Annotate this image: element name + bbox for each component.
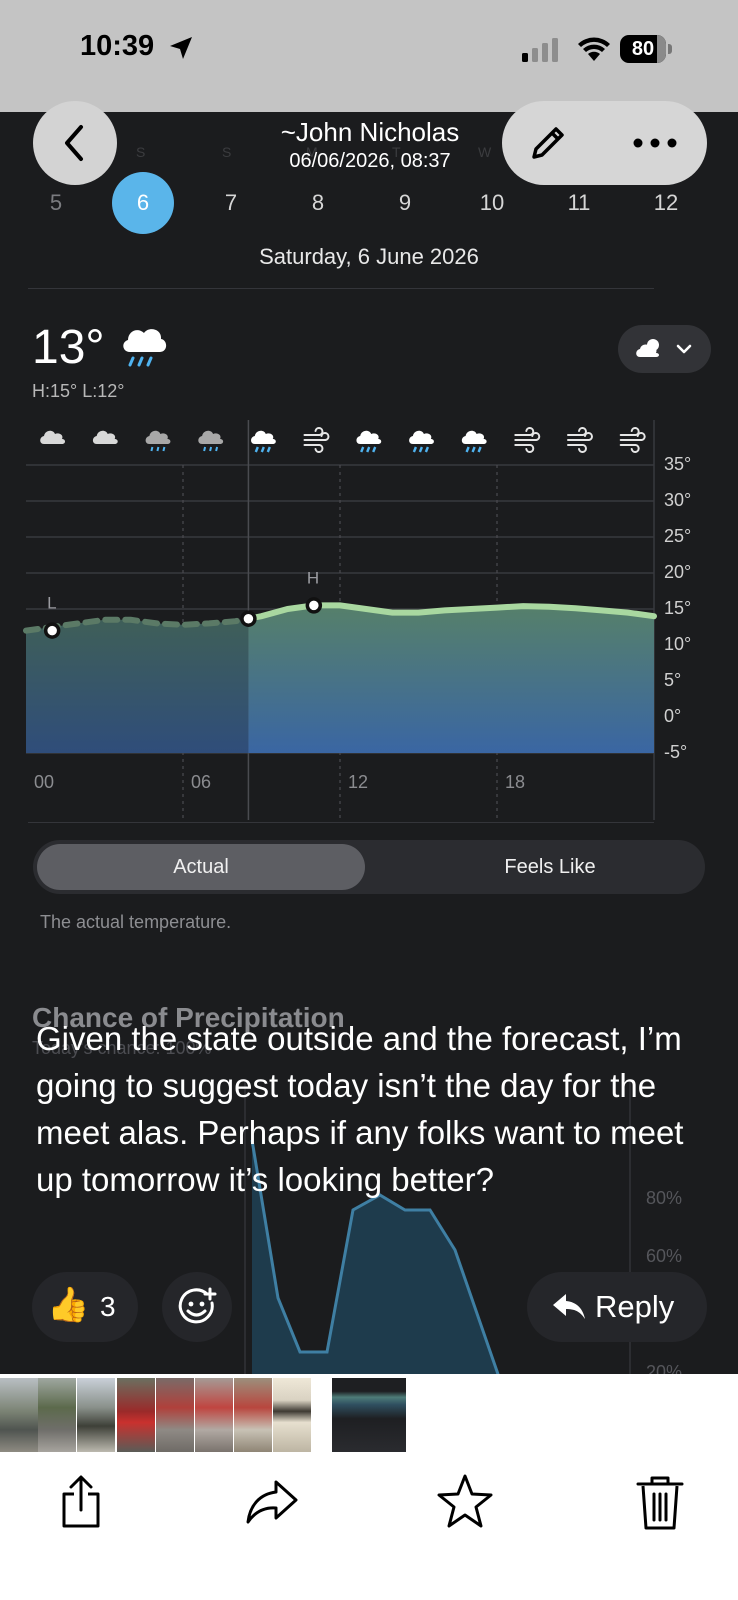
high-point-marker [305,597,323,614]
day-8[interactable]: 8 [287,172,349,234]
day-10[interactable]: 10 [461,172,523,234]
reaction-count: 3 [100,1291,116,1322]
chevron-down-icon [676,344,692,354]
forecast-temperature-area [248,605,654,753]
y-tick-label: 15° [664,598,692,618]
star-icon[interactable] [435,1472,495,1532]
ellipsis-icon[interactable] [632,137,678,149]
y-tick-label: 10° [664,634,692,654]
photo-thumbnail[interactable] [117,1378,155,1452]
thumbnail-strip [0,1378,738,1452]
reaction-pill[interactable]: 👍 3 [32,1272,138,1342]
location-arrow-icon [170,37,192,59]
add-emoji-icon [178,1287,217,1324]
day-7[interactable]: 7 [200,172,262,234]
share-icon[interactable] [52,1472,112,1532]
current-temperature: 13° [32,321,105,374]
forward-icon[interactable] [242,1472,302,1532]
divider [28,822,654,823]
cloud-icon [40,430,65,444]
battery-tip [668,44,672,54]
current-point-marker [240,610,257,627]
divider [28,288,654,289]
past-temperature-area [26,618,249,753]
y-tick-label: 20° [664,562,692,582]
rain-icon [356,430,382,453]
y-tick-label: 25° [664,526,692,546]
day-9[interactable]: 9 [374,172,436,234]
y-tick-label: -5° [664,742,688,762]
segment-description: The actual temperature. [40,912,232,932]
weather-screenshot-background: S S M T W T F 5 6 7 8 9 10 11 12 Saturda… [0,0,738,1374]
battery-level: 80 [631,38,655,60]
wifi-icon [578,37,610,61]
x-tick-label: 18 [505,772,526,792]
photo-thumbnail[interactable] [273,1378,311,1452]
rain-icon [409,430,434,453]
y-tick-label: 0° [664,706,682,726]
wind-icon [619,427,646,453]
cellular-signal-icon [522,38,558,62]
thumbs-up-icon: 👍 [47,1286,90,1324]
reply-label: Reply [595,1289,675,1324]
photo-thumbnail[interactable] [195,1378,233,1452]
sent-date: 06/06/2026, 08:37 [289,150,451,172]
condition-dropdown[interactable] [618,325,711,373]
reply-arrow-icon [553,1294,585,1319]
status-bar: 10:39 80 [0,0,738,112]
chevron-left-icon [65,125,83,161]
low-point-marker [43,622,61,639]
reply-button[interactable]: Reply [527,1272,707,1342]
temperature-chart-svg: LH [23,420,657,820]
precip-axis-label: 20% [646,1362,683,1374]
header-actions [502,101,707,185]
weekday-label: S [136,144,146,160]
low-label: L [47,594,56,613]
y-tick-label: 35° [664,454,692,474]
rain-icon [461,430,487,453]
drizzle-icon [145,430,171,452]
sender-name: ~John Nicholas [280,117,460,147]
x-tick-label: 00 [34,772,55,792]
cloud-sun-icon [636,339,659,357]
y-tick-label: 30° [664,490,692,510]
photo-thumbnail[interactable] [156,1378,194,1452]
rain-icon [251,430,276,453]
pencil-icon[interactable] [528,123,568,163]
rain-cloud-icon [123,329,167,367]
selected-date-label: Saturday, 6 June 2026 [259,244,479,269]
bottom-toolbar [0,1452,738,1600]
day-selector: 5 6 7 8 9 10 11 12 [0,172,738,234]
battery-icon: 80 [620,35,672,63]
photo-thumbnail[interactable] [38,1378,76,1452]
temperature-chart: LH 35° 30° 25° 20° 15° 10° 5° 0° -5° 00 06 12 18 [0,420,738,820]
x-tick-label: 12 [348,772,369,792]
back-button[interactable] [33,101,117,185]
drizzle-icon [198,430,224,452]
high-low-temperature: H:15° L:12° [32,381,125,401]
trash-icon[interactable] [630,1472,690,1532]
photo-thumbnail[interactable] [0,1378,38,1452]
wind-icon [567,427,593,453]
wind-icon [303,427,330,453]
actual-segment[interactable]: Actual [37,844,365,890]
screenshot-thumbnail[interactable] [332,1378,406,1452]
wind-icon [514,427,541,453]
day-6-selected[interactable]: 6 [112,172,174,234]
y-tick-label: 5° [664,670,682,690]
cloud-icon [92,430,118,444]
precip-axis-label: 60% [646,1246,683,1266]
photo-thumbnail[interactable] [77,1378,115,1452]
photo-thumbnail[interactable] [234,1378,272,1452]
message-text: Given the state outside and the forecast… [36,1020,684,1198]
high-label: H [307,568,319,587]
status-time: 10:39 [80,30,155,62]
feels-like-segment[interactable]: Feels Like [399,844,701,890]
x-tick-label: 06 [191,772,212,792]
add-reaction-button[interactable] [162,1272,232,1342]
temperature-mode-toggle: Actual Feels Like [33,840,705,894]
